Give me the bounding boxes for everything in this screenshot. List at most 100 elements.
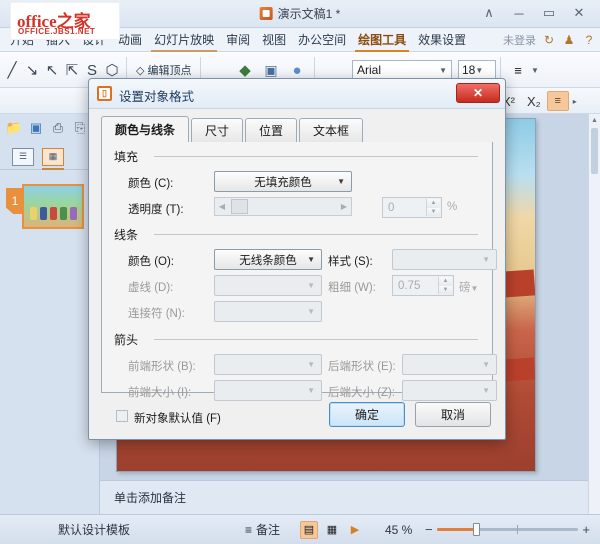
zoom-in-button[interactable]: + — [582, 522, 590, 537]
zoom-track[interactable] — [436, 523, 579, 536]
font-size-value: 18 — [462, 63, 476, 77]
line-dash-label: 虚线 (D): — [128, 282, 174, 294]
chevron-down-icon: ▼ — [439, 65, 447, 75]
new-object-default-checkbox[interactable] — [116, 410, 128, 422]
dialog-close-button[interactable]: ✕ — [456, 83, 500, 103]
font-name-value: Arial — [357, 63, 382, 77]
shirt-icon[interactable]: ♟ — [562, 33, 576, 47]
menu-tab-7[interactable]: 办公空间 — [292, 28, 352, 52]
notes-toggle-button[interactable]: ≡ 备注 — [245, 521, 280, 538]
line-dash-combobox[interactable]: ▼ — [214, 275, 322, 296]
zoom-slider[interactable]: − + — [425, 522, 590, 537]
arrows-group-label: 箭头 — [114, 331, 144, 348]
dialog-tab-1[interactable]: 尺寸 — [191, 118, 244, 142]
align-left-icon[interactable]: ≡ — [546, 91, 569, 111]
chevron-down-icon[interactable]: ▸ — [573, 97, 577, 106]
chevron-down-icon: ▼ — [307, 281, 315, 290]
menu-tab-5[interactable]: 审阅 — [220, 28, 256, 52]
shape-double-arrow-icon[interactable]: ↖ — [42, 57, 62, 83]
zoom-slider-handle[interactable] — [473, 523, 481, 536]
fill-color-combobox[interactable]: 无填充颜色 ▼ — [214, 171, 352, 192]
spinner-up-icon[interactable]: ▲ — [439, 277, 452, 286]
slides-view-tab[interactable]: ▦ — [42, 147, 64, 170]
arrow-begin-style-combobox[interactable]: ▼ — [214, 354, 322, 375]
fill-group-label: 填充 — [114, 148, 144, 165]
maximize-button[interactable]: ▭ — [534, 2, 564, 24]
chevron-down-icon[interactable]: ▼ — [471, 284, 479, 293]
slider-left-arrow-icon[interactable]: ◀ — [215, 198, 229, 215]
notes-placeholder: 单击添加备注 — [114, 491, 187, 505]
fill-transparency-value: 0 — [388, 201, 395, 214]
menu-tab-8[interactable]: 绘图工具 — [352, 28, 412, 52]
menu-tab-4[interactable]: 幻灯片放映 — [148, 28, 220, 52]
spinner-down-icon[interactable]: ▼ — [439, 285, 452, 294]
zoom-out-button[interactable]: − — [425, 522, 433, 537]
fill-transparency-slider[interactable]: ◀ ▶ — [214, 197, 352, 216]
print-preview-icon[interactable]: ⎘ — [70, 118, 90, 138]
slider-right-arrow-icon[interactable]: ▶ — [337, 198, 351, 215]
spinner-buttons[interactable]: ▲ ▼ — [426, 199, 440, 216]
spinner-down-icon[interactable]: ▼ — [427, 207, 440, 216]
fill-transparency-label: 透明度 (T): — [128, 204, 184, 216]
shape-line-icon[interactable]: ╱ — [2, 57, 22, 83]
open-folder-icon[interactable]: 📁 — [4, 118, 24, 138]
spinner-buttons[interactable]: ▲ ▼ — [438, 277, 452, 294]
collapse-ribbon-button[interactable]: ∧ — [474, 2, 504, 24]
normal-view-icon[interactable]: ▤ — [300, 520, 318, 539]
fill-color-label: 颜色 (C): — [128, 178, 174, 190]
design-template-label[interactable]: 默认设计模板 — [58, 521, 130, 538]
zoom-percent-label[interactable]: 45 % — [385, 523, 412, 537]
arrow-begin-style-label: 前端形状 (B): — [128, 361, 196, 373]
panel-view-tabs: ☰ ▦ — [0, 144, 100, 170]
menu-tab-6[interactable]: 视图 — [256, 28, 292, 52]
outline-view-tab[interactable]: ☰ — [12, 147, 34, 166]
print-icon[interactable]: ⎙ — [48, 118, 68, 138]
ok-button[interactable]: 确定 — [329, 402, 405, 427]
edit-vertex-label: 编辑顶点 — [147, 65, 192, 77]
notes-icon: ≡ — [245, 522, 253, 537]
shape-bent-arrow-icon[interactable]: ⇱ — [62, 57, 82, 83]
new-object-default-label: 新对象默认值 (F) — [134, 413, 221, 425]
line-color-combobox[interactable]: 无线条颜色 ▼ — [214, 249, 322, 270]
close-window-button[interactable]: ✕ — [564, 2, 594, 24]
arrows-group-rule — [154, 339, 478, 340]
slideshow-icon[interactable]: ▶ — [346, 521, 364, 539]
login-status-label[interactable]: 未登录 — [503, 32, 536, 48]
presentation-icon — [259, 7, 273, 20]
fill-transparency-spinbox[interactable]: 0 ▲ ▼ — [382, 197, 442, 218]
help-icon[interactable]: ? — [582, 33, 596, 47]
slider-handle[interactable] — [231, 199, 248, 214]
slides-navigation-panel: 📁 ▣ ⎙ ⎘ ☰ ▦ 1 — [0, 114, 100, 514]
line-connector-combobox[interactable]: ▼ — [214, 301, 322, 322]
arrow-end-style-combobox[interactable]: ▼ — [402, 354, 497, 375]
chevron-down-icon: ▼ — [307, 255, 315, 264]
minimize-button[interactable]: ─ — [504, 2, 534, 24]
bullet-list-icon[interactable]: ≡ — [505, 57, 531, 83]
line-connector-label: 连接符 (N): — [128, 308, 185, 320]
line-weight-spinbox[interactable]: 0.75 ▲ ▼ — [392, 275, 454, 296]
cancel-button[interactable]: 取消 — [415, 402, 491, 427]
save-icon[interactable]: ▣ — [26, 118, 46, 138]
arrow-begin-size-combobox[interactable]: ▼ — [214, 380, 322, 401]
slide-sorter-icon[interactable]: ▦ — [323, 521, 341, 539]
line-style-combobox[interactable]: ▼ — [392, 249, 497, 270]
document-title-text: 演示文稿1 * — [277, 7, 341, 21]
refresh-icon[interactable]: ↻ — [542, 33, 556, 47]
vertical-scrollbar[interactable]: ▲ — [588, 114, 600, 514]
chevron-down-icon[interactable]: ▼ — [531, 66, 539, 75]
edit-vertex-icon: ◇ — [136, 64, 145, 77]
line-weight-unit: 磅▼ — [459, 279, 478, 295]
dialog-tab-3[interactable]: 文本框 — [299, 118, 364, 142]
subscript-button[interactable]: X₂ — [521, 94, 547, 109]
arrow-end-size-combobox[interactable]: ▼ — [402, 380, 497, 401]
spinner-up-icon[interactable]: ▲ — [427, 199, 440, 208]
notes-pane[interactable]: 单击添加备注 — [100, 480, 588, 514]
scroll-up-icon[interactable]: ▲ — [589, 114, 600, 126]
dialog-tab-2[interactable]: 位置 — [245, 118, 298, 142]
dialog-tab-0[interactable]: 颜色与线条 — [101, 116, 190, 142]
shape-arrow-icon[interactable]: ↘ — [22, 57, 42, 83]
slide-thumbnail-1[interactable] — [22, 184, 84, 229]
zoom-track-fill — [436, 528, 477, 531]
scrollbar-thumb[interactable] — [591, 128, 598, 174]
menu-tab-9[interactable]: 效果设置 — [412, 28, 472, 52]
